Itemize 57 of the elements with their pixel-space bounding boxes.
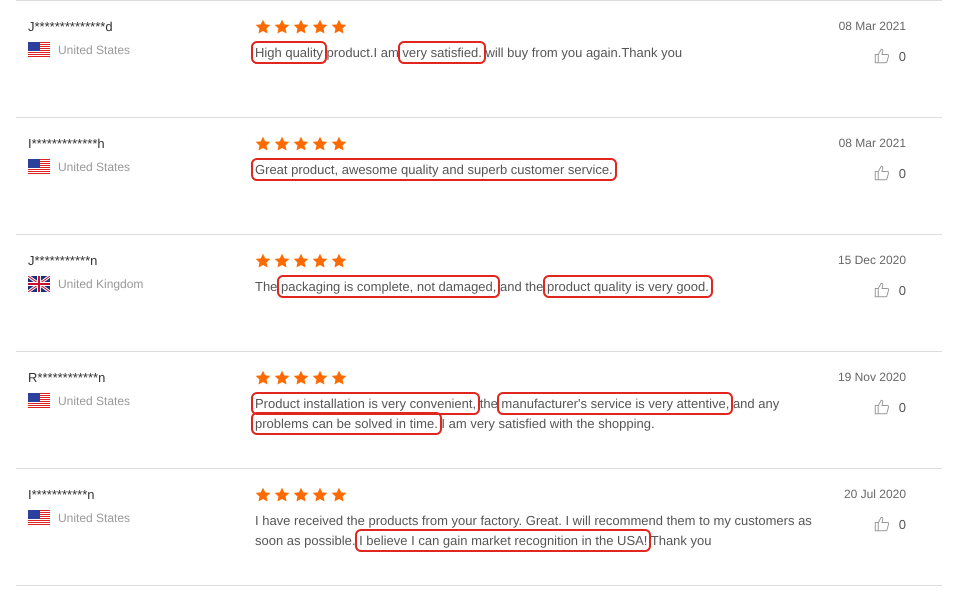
thumbs-up-icon[interactable] bbox=[872, 281, 891, 299]
star-icon bbox=[293, 487, 309, 503]
country-name: United States bbox=[58, 160, 130, 174]
like-count: 0 bbox=[898, 516, 906, 532]
star-icon bbox=[274, 136, 290, 152]
review-date: 08 Mar 2021 bbox=[838, 136, 906, 150]
star-icon bbox=[312, 487, 328, 503]
reviewer-name: R************n bbox=[28, 370, 106, 385]
star-icon bbox=[331, 19, 347, 35]
star-icon bbox=[312, 19, 328, 35]
like-count: 0 bbox=[898, 400, 906, 414]
flag-icon bbox=[28, 276, 50, 292]
review-date: 20 Jul 2020 bbox=[844, 487, 906, 501]
star-icon bbox=[331, 370, 347, 386]
star-icon bbox=[331, 487, 347, 503]
country-name: United States bbox=[58, 394, 130, 408]
star-icon bbox=[331, 136, 347, 152]
star-icon bbox=[274, 487, 290, 503]
country-name: United States bbox=[58, 43, 130, 57]
flag-icon bbox=[28, 393, 50, 409]
star-icon bbox=[331, 253, 347, 269]
thumbs-up-icon[interactable] bbox=[872, 164, 891, 182]
star-icon bbox=[255, 19, 271, 35]
star-icon bbox=[312, 136, 328, 152]
like-count: 0 bbox=[898, 48, 906, 64]
review-text: The packaging is complete, not damaged, and the product quality is very good. bbox=[255, 277, 820, 297]
star-icon bbox=[274, 370, 290, 386]
star-icon bbox=[255, 487, 271, 503]
star-icon bbox=[274, 253, 290, 269]
review-date: 08 Mar 2021 bbox=[838, 19, 906, 33]
star-icon bbox=[293, 136, 309, 152]
flag-icon bbox=[28, 159, 50, 175]
star-icon bbox=[293, 253, 309, 269]
star-icon bbox=[312, 253, 328, 269]
flag-icon bbox=[28, 510, 50, 526]
thumbs-up-icon[interactable] bbox=[872, 398, 891, 416]
reviewer-name: J**************d bbox=[28, 19, 114, 34]
reviewer-name: I*************h bbox=[28, 136, 106, 151]
flag-icon bbox=[28, 42, 50, 58]
star-icon bbox=[255, 136, 271, 152]
country-name: United States bbox=[58, 511, 130, 525]
review-date: 15 Dec 2020 bbox=[838, 253, 906, 267]
like-count: 0 bbox=[898, 166, 906, 180]
review-text: I have received the products from your factory. Great. I will recommend them to my customers as soon as possible. I believe I can gain market recognition in the USA! Thank you bbox=[255, 511, 820, 551]
star-icon bbox=[255, 253, 271, 269]
reviewer-name: J***********n bbox=[28, 253, 98, 268]
star-icon bbox=[255, 370, 271, 386]
thumbs-up-icon[interactable] bbox=[872, 515, 891, 533]
review-date: 19 Nov 2020 bbox=[838, 370, 906, 384]
star-icon bbox=[293, 370, 309, 386]
thumbs-up-icon[interactable] bbox=[872, 47, 891, 65]
like-count: 0 bbox=[898, 282, 906, 298]
star-icon bbox=[274, 19, 290, 35]
star-icon bbox=[312, 370, 328, 386]
star-icon bbox=[293, 19, 309, 35]
reviewer-name: I***********n bbox=[28, 487, 96, 502]
country-name: United Kingdom bbox=[58, 277, 144, 291]
